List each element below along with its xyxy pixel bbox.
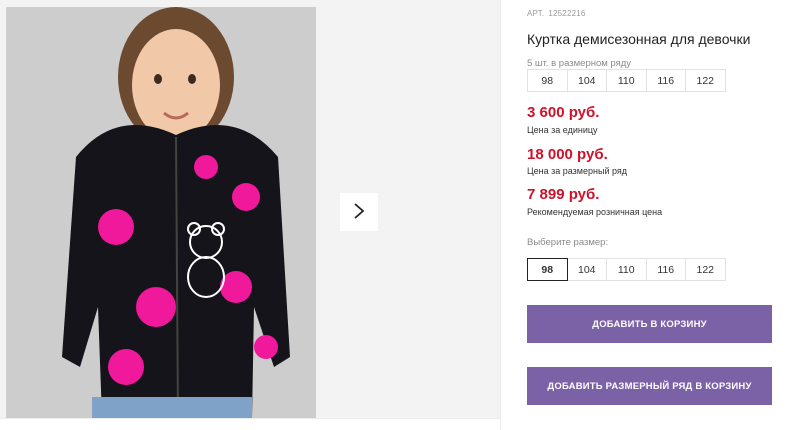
- article-number: АРТ. 12522216: [527, 9, 586, 18]
- product-title: Куртка демисезонная для девочки: [527, 31, 751, 47]
- size-row-contents: 98 104 110 116 122: [527, 69, 726, 92]
- article-value: 12522216: [548, 9, 586, 18]
- size-option-110[interactable]: 110: [606, 258, 647, 281]
- retail-price: 7 899 руб.: [527, 186, 600, 203]
- unit-price-caption: Цена за единицу: [527, 125, 598, 135]
- add-to-cart-button[interactable]: Добавить в корзину: [527, 305, 772, 343]
- size-row-label: 5 шт. в размерном ряду: [527, 58, 632, 69]
- product-gallery: [0, 0, 500, 418]
- size-option-104[interactable]: 104: [566, 258, 607, 281]
- retail-price-caption: Рекомендуемая розничная цена: [527, 207, 663, 217]
- gallery-next-button[interactable]: [340, 193, 378, 231]
- add-size-row-to-cart-button[interactable]: Добавить размерный ряд в корзину: [527, 367, 772, 405]
- row-price: 18 000 руб.: [527, 146, 608, 163]
- size-selector: 98 104 110 116 122: [527, 258, 726, 281]
- chevron-right-icon: [353, 202, 365, 223]
- choose-size-label: Выберите размер:: [527, 237, 609, 248]
- unit-price: 3 600 руб.: [527, 104, 600, 121]
- size-option-122[interactable]: 122: [685, 258, 726, 281]
- product-photo[interactable]: [6, 7, 316, 418]
- row-size-cell: 110: [606, 69, 647, 92]
- gallery-bottom-divider: [0, 418, 500, 419]
- panel-divider: [500, 0, 501, 430]
- article-label: АРТ.: [527, 9, 545, 18]
- row-size-cell: 122: [685, 69, 726, 92]
- row-size-cell: 98: [527, 69, 568, 92]
- size-option-98[interactable]: 98: [527, 258, 568, 281]
- row-size-cell: 116: [645, 69, 686, 92]
- row-price-caption: Цена за размерный ряд: [527, 166, 628, 176]
- size-option-116[interactable]: 116: [645, 258, 686, 281]
- row-size-cell: 104: [566, 69, 607, 92]
